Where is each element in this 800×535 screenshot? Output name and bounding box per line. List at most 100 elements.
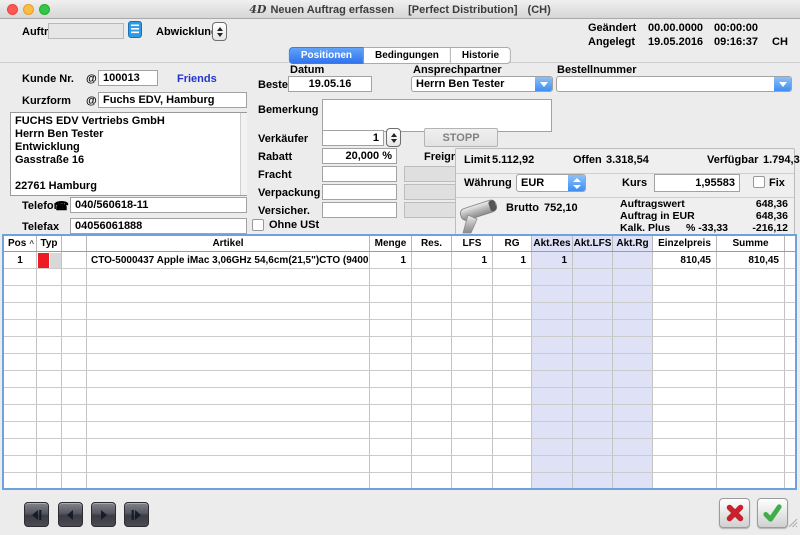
cell-akt_rg bbox=[613, 473, 653, 489]
cell-tail bbox=[785, 337, 795, 353]
column-header-Typ[interactable]: Typ bbox=[37, 236, 62, 251]
table-row[interactable] bbox=[4, 388, 795, 405]
fix-checkbox[interactable] bbox=[753, 176, 765, 188]
tab-positionen[interactable]: Positionen bbox=[289, 47, 364, 64]
cell-res bbox=[412, 337, 452, 353]
column-header-LFS[interactable]: LFS bbox=[452, 236, 493, 251]
column-header-spacer[interactable] bbox=[62, 236, 87, 251]
geaendert-time: 00:00:00 bbox=[714, 22, 758, 34]
column-header-Artikel[interactable]: Artikel bbox=[87, 236, 370, 251]
chevron-down-icon[interactable] bbox=[535, 77, 552, 91]
telefon-input[interactable]: 040/560618-11 bbox=[70, 197, 247, 213]
cell-artikel bbox=[87, 320, 370, 336]
brutto-value: 752,10 bbox=[544, 202, 578, 214]
table-row[interactable] bbox=[4, 303, 795, 320]
cell-res bbox=[412, 422, 452, 438]
table-row[interactable] bbox=[4, 473, 795, 490]
table-header-row: Pos^Typ ArtikelMengeRes.LFSRGAkt.ResAkt.L… bbox=[4, 236, 795, 252]
column-header-Summe[interactable]: Summe bbox=[717, 236, 785, 251]
table-row[interactable] bbox=[4, 354, 795, 371]
fracht-input[interactable] bbox=[322, 166, 397, 182]
cell-lfs bbox=[452, 405, 493, 421]
address-scrollbar[interactable] bbox=[240, 113, 247, 195]
column-header-Akt.Rg[interactable]: Akt.Rg bbox=[613, 236, 653, 251]
tab-historie[interactable]: Historie bbox=[451, 47, 511, 64]
kurzform-input[interactable]: Fuchs EDV, Hamburg bbox=[98, 92, 247, 108]
cell-flag bbox=[37, 456, 62, 472]
column-header-RG[interactable]: RG bbox=[493, 236, 532, 251]
table-row[interactable] bbox=[4, 371, 795, 388]
rabatt-input[interactable]: 20,000 % bbox=[322, 148, 397, 164]
bestellnummer-combobox[interactable] bbox=[556, 76, 792, 92]
column-header-Menge[interactable]: Menge bbox=[370, 236, 412, 251]
positions-table[interactable]: Pos^Typ ArtikelMengeRes.LFSRGAkt.ResAkt.L… bbox=[2, 234, 797, 490]
tab-bedingungen[interactable]: Bedingungen bbox=[364, 47, 451, 64]
chevron-down-icon[interactable] bbox=[774, 77, 791, 91]
order-entry-window: 4DNeuen Auftrag erfassen[Perfect Distrib… bbox=[0, 0, 800, 535]
cell-rg bbox=[493, 456, 532, 472]
column-header-Akt.Res[interactable]: Akt.Res bbox=[532, 236, 573, 251]
cell-lfs bbox=[452, 473, 493, 489]
cell-tail bbox=[785, 405, 795, 421]
cell-summe bbox=[717, 388, 785, 404]
cell-pos bbox=[4, 371, 37, 387]
table-row[interactable] bbox=[4, 269, 795, 286]
table-row[interactable] bbox=[4, 422, 795, 439]
column-header-Pos[interactable]: Pos^ bbox=[4, 236, 37, 251]
cell-tail bbox=[785, 320, 795, 336]
cell-res bbox=[412, 269, 452, 285]
cell-typ bbox=[62, 388, 87, 404]
cell-lfs bbox=[452, 303, 493, 319]
verkaeufer-stepper[interactable] bbox=[386, 128, 401, 147]
address-textarea[interactable]: FUCHS EDV Vertriebs GmbH Herrn Ben Teste… bbox=[10, 112, 247, 196]
table-row[interactable] bbox=[4, 286, 795, 303]
versicherung-input[interactable] bbox=[322, 202, 397, 218]
verkaeufer-label: Verkäufer bbox=[258, 133, 308, 145]
kunde-nr-input[interactable]: 100013 bbox=[98, 70, 158, 86]
first-record-button[interactable] bbox=[24, 502, 49, 527]
cell-summe bbox=[717, 320, 785, 336]
kurs-input[interactable]: 1,95583 bbox=[654, 174, 740, 192]
ansprechpartner-combobox[interactable]: Herrn Ben Tester bbox=[411, 76, 553, 92]
table-row[interactable] bbox=[4, 405, 795, 422]
table-row[interactable] bbox=[4, 337, 795, 354]
next-record-button[interactable] bbox=[91, 502, 116, 527]
updown-chevrons-icon[interactable] bbox=[568, 175, 585, 191]
cancel-button[interactable] bbox=[719, 498, 750, 528]
cell-flag bbox=[37, 286, 62, 302]
resize-grip[interactable] bbox=[787, 515, 798, 533]
last-record-button[interactable] bbox=[124, 502, 149, 527]
table-row[interactable] bbox=[4, 320, 795, 337]
order-list-icon[interactable] bbox=[128, 21, 142, 43]
verkaeufer-input[interactable]: 1 bbox=[322, 130, 384, 146]
bestellt-datum-input[interactable]: 19.05.16 bbox=[288, 76, 372, 92]
previous-record-button[interactable] bbox=[58, 502, 83, 527]
verpackung-input[interactable] bbox=[322, 184, 397, 200]
kalk-plus-value: -216,12 bbox=[718, 222, 788, 234]
cell-pos bbox=[4, 473, 37, 489]
ok-button[interactable] bbox=[757, 498, 788, 528]
stopp-button[interactable]: STOPP bbox=[424, 128, 498, 147]
column-header-Akt.LFS[interactable]: Akt.LFS bbox=[573, 236, 613, 251]
ohne-ust-checkbox[interactable] bbox=[252, 219, 264, 231]
table-row[interactable]: 1CTO-5000437 Apple iMac 3,06GHz 54,6cm(2… bbox=[4, 252, 795, 269]
cell-akt_lfs bbox=[573, 337, 613, 353]
cell-akt_rg bbox=[613, 405, 653, 421]
column-header-Einzelpreis[interactable]: Einzelpreis bbox=[653, 236, 717, 251]
cell-summe: 810,45 bbox=[717, 252, 785, 268]
auftrag-input[interactable] bbox=[48, 23, 124, 39]
column-header-Res.[interactable]: Res. bbox=[412, 236, 452, 251]
cell-typ bbox=[62, 252, 87, 268]
abwicklung-stepper[interactable] bbox=[212, 22, 227, 41]
rabatt-label: Rabatt bbox=[258, 151, 292, 163]
telefax-input[interactable]: 04056061888 bbox=[70, 218, 247, 234]
cell-menge bbox=[370, 371, 412, 387]
table-row[interactable] bbox=[4, 456, 795, 473]
cell-akt_res bbox=[532, 456, 573, 472]
table-row[interactable] bbox=[4, 439, 795, 456]
cell-akt_res bbox=[532, 388, 573, 404]
cell-akt_res bbox=[532, 371, 573, 387]
cell-akt_res bbox=[532, 354, 573, 370]
cell-lfs bbox=[452, 354, 493, 370]
waehrung-select[interactable]: EUR bbox=[516, 174, 586, 192]
